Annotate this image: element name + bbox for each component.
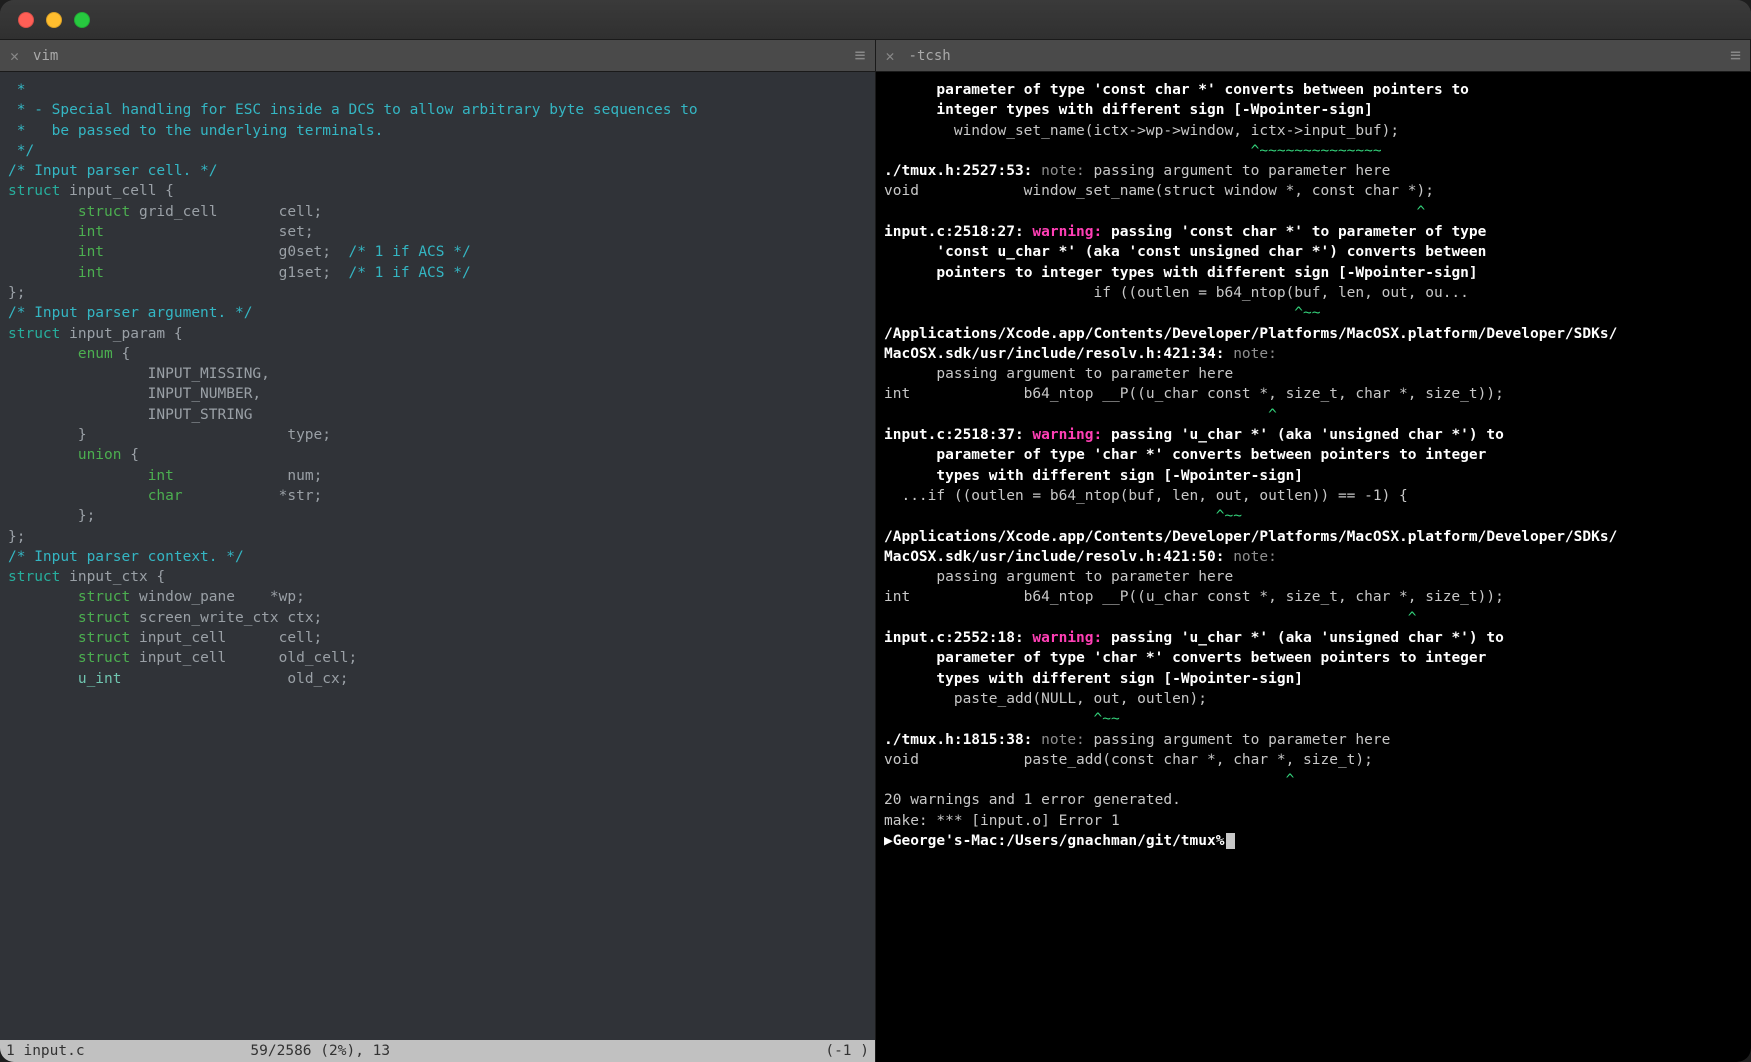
minimize-window-button[interactable]: [46, 12, 62, 28]
tab-label: vim: [33, 48, 855, 64]
cursor-icon: [1226, 833, 1235, 849]
statusline-right: (-1 ): [825, 1041, 869, 1061]
tab-tcsh[interactable]: ✕ -tcsh ≡: [876, 40, 1751, 71]
close-tab-icon[interactable]: ✕: [886, 47, 895, 65]
statusline-left: 1 input.c 59/2586 (2%), 13: [6, 1041, 825, 1061]
menu-icon[interactable]: ≡: [1730, 45, 1740, 66]
shell-pane[interactable]: parameter of type 'const char *' convert…: [876, 72, 1751, 1062]
terminal-window: ✕ vim ≡ ✕ -tcsh ≡ * * - Special handling…: [0, 0, 1751, 1062]
zoom-window-button[interactable]: [74, 12, 90, 28]
menu-icon[interactable]: ≡: [855, 45, 865, 66]
vim-pane[interactable]: * * - Special handling for ESC inside a …: [0, 72, 876, 1062]
split-panes: * * - Special handling for ESC inside a …: [0, 72, 1751, 1062]
vim-statusline: 1 input.c 59/2586 (2%), 13 (-1 ): [0, 1040, 875, 1062]
vim-buffer-content: * * - Special handling for ESC inside a …: [8, 80, 867, 689]
tab-vim[interactable]: ✕ vim ≡: [0, 40, 876, 71]
close-tab-icon[interactable]: ✕: [10, 47, 19, 65]
tab-bar: ✕ vim ≡ ✕ -tcsh ≡: [0, 40, 1751, 72]
tab-label: -tcsh: [909, 48, 1731, 64]
shell-prompt: ▶George's-Mac:/Users/gnachman/git/tmux%: [884, 833, 1224, 849]
close-window-button[interactable]: [18, 12, 34, 28]
window-titlebar[interactable]: [0, 0, 1751, 40]
shell-output: parameter of type 'const char *' convert…: [884, 80, 1743, 851]
